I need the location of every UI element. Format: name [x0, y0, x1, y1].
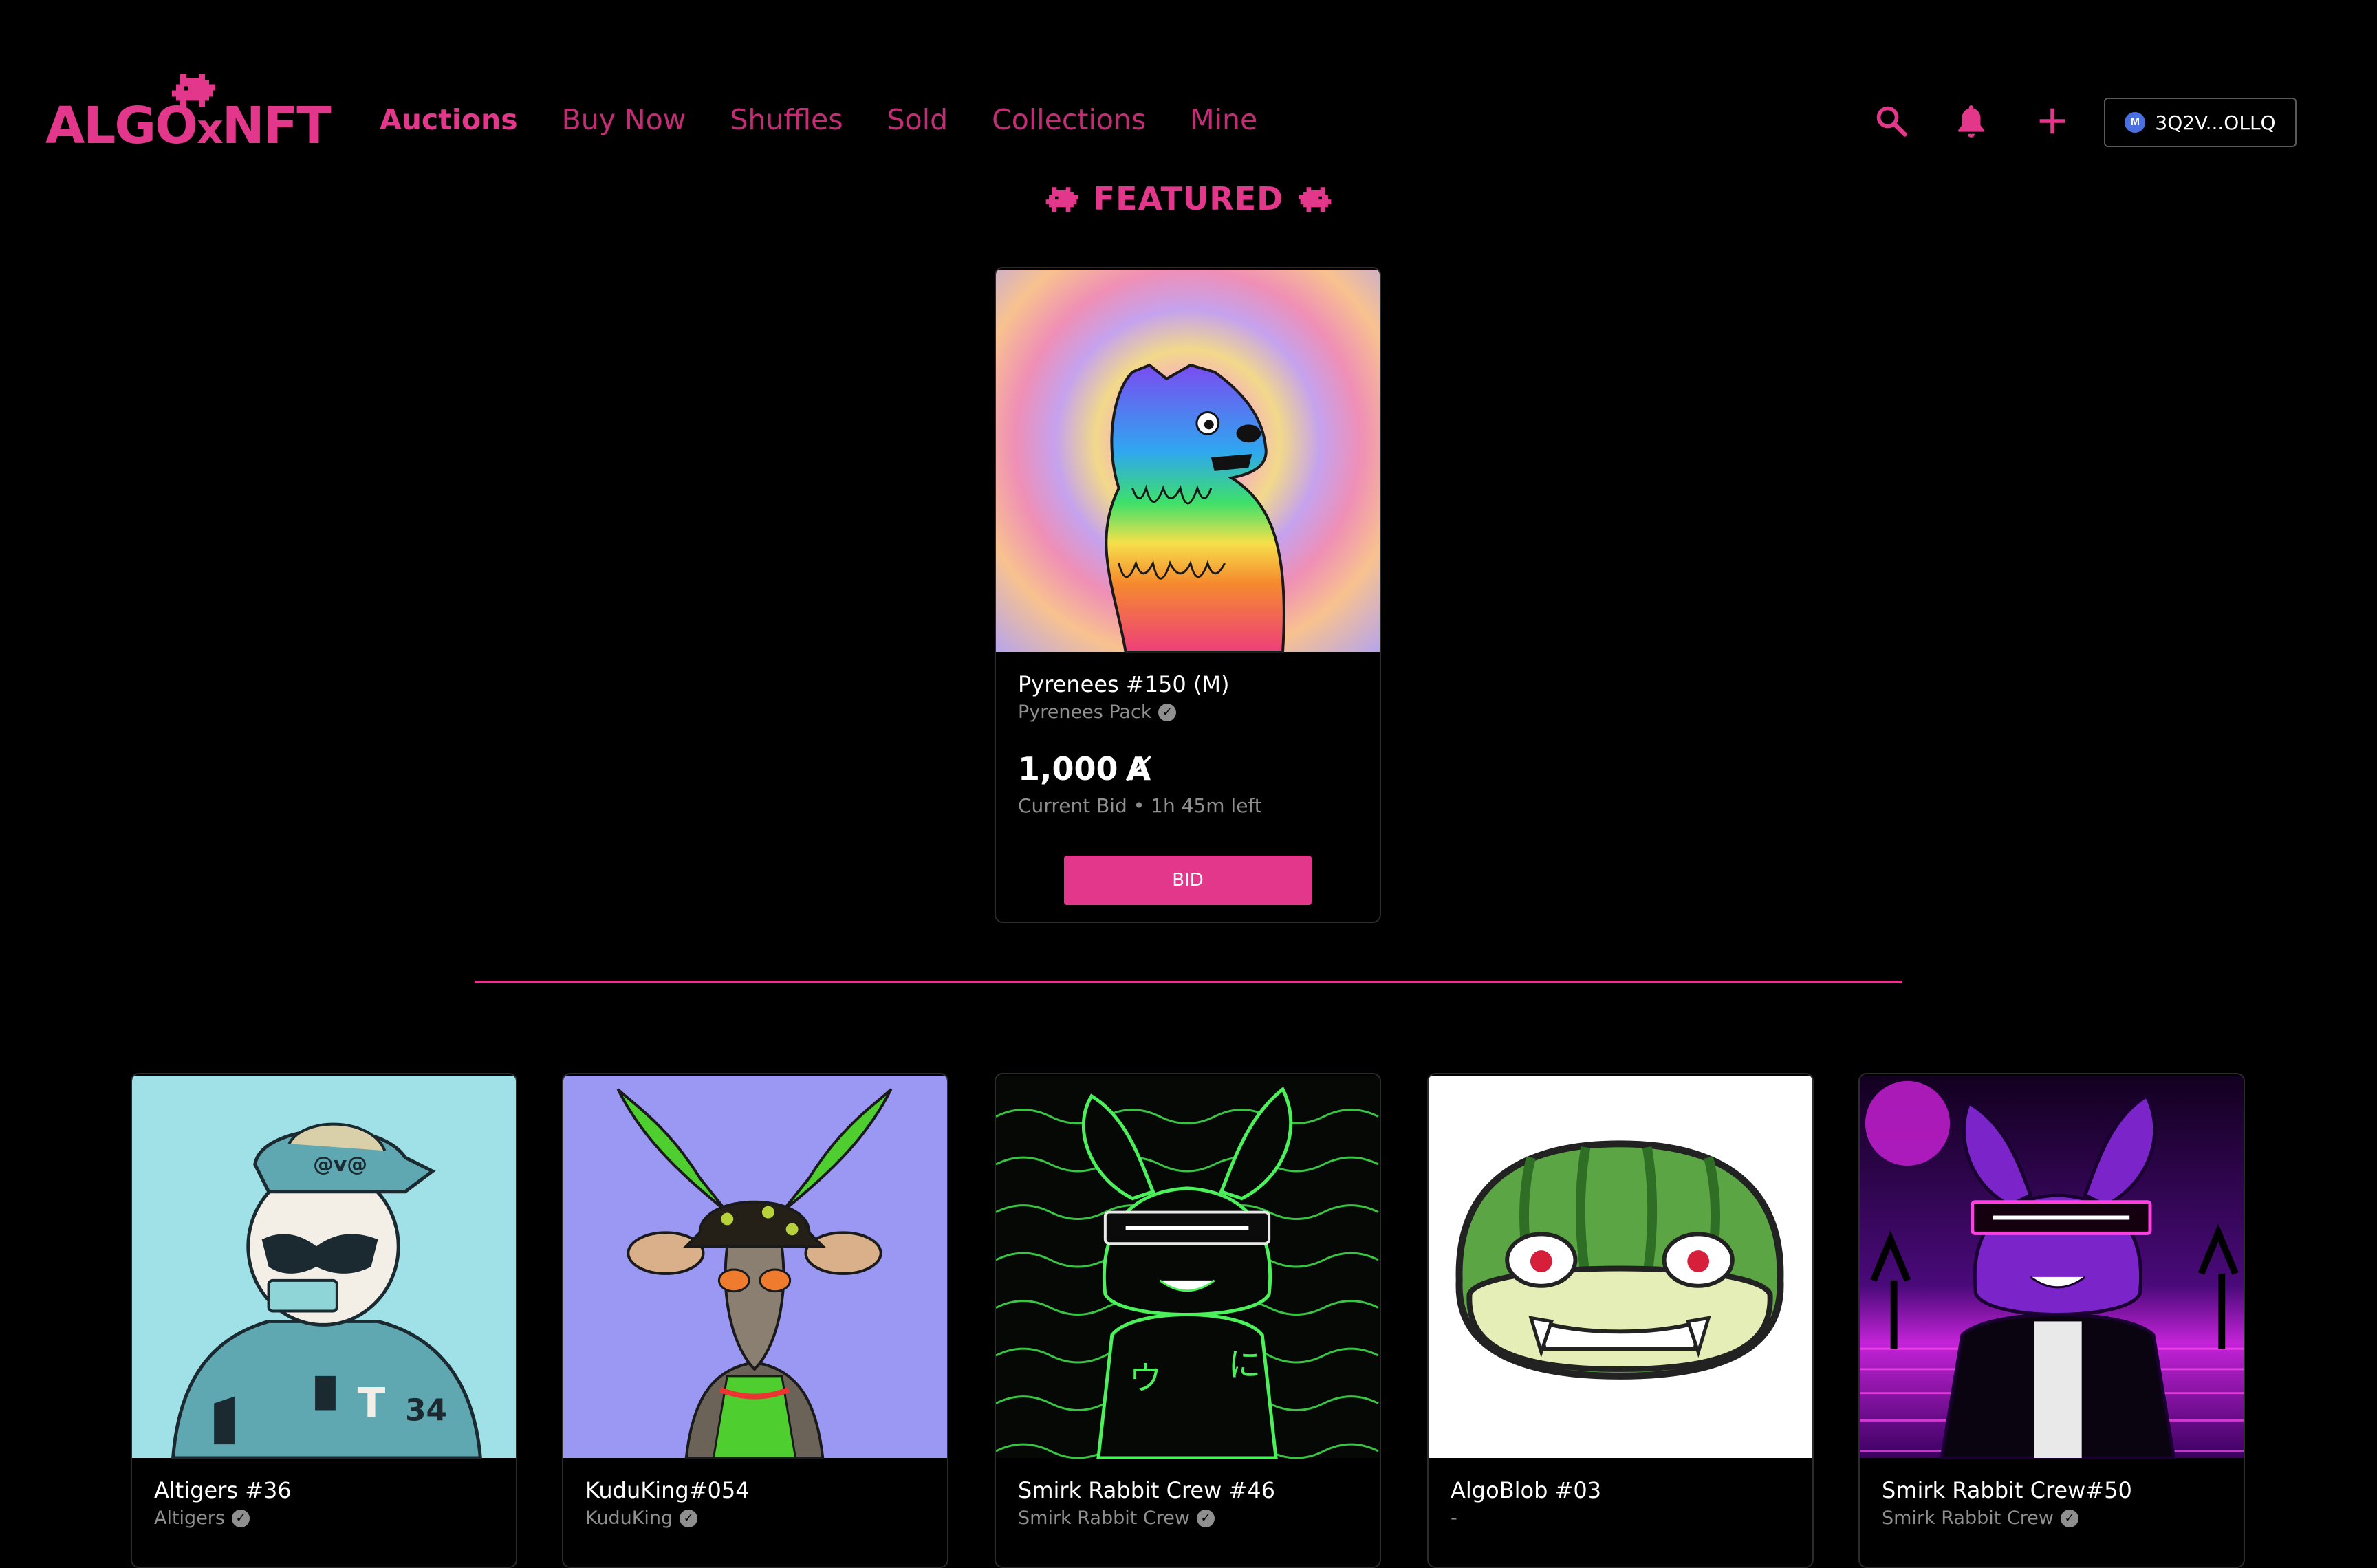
bid-button[interactable]: BID — [1064, 856, 1312, 906]
collection-name: Smirk Rabbit Crew — [1882, 1507, 2054, 1529]
wallet-address: 3Q2V...OLLQ — [2155, 111, 2276, 134]
price-value: 1,000 — [1018, 750, 1118, 788]
featured-card-body: Pyrenees #150 (M) Pyrenees Pack ✓ 1,000 … — [996, 653, 1380, 922]
card-body: Smirk Rabbit Crew#50 Smirk Rabbit Crew ✓ — [1860, 1459, 2244, 1547]
collection-name: KuduKing — [585, 1507, 673, 1529]
card-body: AlgoBlob #03 - — [1429, 1459, 1812, 1547]
nft-card[interactable]: T 34 @v@ Altigers #36 Altigers ✓ — [131, 1073, 517, 1568]
featured-card[interactable]: Pyrenees #150 (M) Pyrenees Pack ✓ 1,000 … — [995, 267, 1381, 923]
wallet-icon: M — [2125, 112, 2146, 133]
card-title: Smirk Rabbit Crew#50 — [1882, 1477, 2132, 1503]
card-title: Smirk Rabbit Crew #46 — [1018, 1477, 1275, 1503]
bid-meta: Current Bid • 1h 45m left — [1018, 794, 1262, 818]
nft-image-kuduking[interactable] — [563, 1074, 947, 1459]
card-collection[interactable]: KuduKing ✓ — [585, 1507, 925, 1529]
svg-text:34: 34 — [405, 1393, 447, 1428]
card-collection[interactable]: Smirk Rabbit Crew ✓ — [1018, 1507, 1358, 1529]
verified-icon: ✓ — [1158, 703, 1177, 721]
search-icon[interactable] — [1871, 100, 1912, 142]
section-divider — [475, 981, 1902, 983]
wallet-button[interactable]: M 3Q2V...OLLQ — [2104, 98, 2297, 147]
nav-mine[interactable]: Mine — [1190, 103, 1257, 136]
nft-image-algoblob[interactable] — [1429, 1074, 1812, 1459]
svg-text:T: T — [358, 1380, 386, 1427]
collection-name: - — [1451, 1507, 1457, 1529]
plus-icon[interactable] — [2032, 100, 2073, 142]
card-title: Pyrenees #150 (M) — [1018, 671, 1230, 697]
svg-text:@v@: @v@ — [313, 1153, 367, 1177]
card-collection[interactable]: Altigers ✓ — [154, 1507, 494, 1529]
pig-icon — [1299, 187, 1332, 212]
verified-icon: ✓ — [1196, 1509, 1215, 1527]
verified-icon: ✓ — [2060, 1509, 2078, 1527]
nav-collections[interactable]: Collections — [992, 103, 1146, 136]
pig-icon — [1045, 187, 1078, 212]
main-nav: Auctions Buy Now Shuffles Sold Collectio… — [380, 103, 1257, 136]
nft-image-altigers[interactable]: T 34 @v@ — [132, 1074, 516, 1459]
card-title: KuduKing#054 — [585, 1477, 750, 1503]
svg-text:ウ: ウ — [1129, 1360, 1162, 1398]
nft-card[interactable]: ウ に Smirk Rabbit Crew #46 Smirk Rabbit C… — [995, 1073, 1381, 1568]
logo-text-nft: NFT — [221, 96, 332, 155]
nft-card[interactable]: KuduKing#054 KuduKing ✓ — [562, 1073, 948, 1568]
nft-image-smirk-rabbit-46[interactable]: ウ に — [996, 1074, 1380, 1459]
card-title: AlgoBlob #03 — [1451, 1477, 1602, 1503]
pig-icon — [172, 74, 215, 107]
collection-name: Pyrenees Pack — [1018, 701, 1152, 723]
logo[interactable]: ALGOxNFT — [45, 69, 332, 153]
card-body: Smirk Rabbit Crew #46 Smirk Rabbit Crew … — [996, 1459, 1380, 1547]
algo-currency-icon: Ⱥ — [1126, 750, 1151, 788]
featured-heading: FEATURED — [0, 180, 2377, 217]
card-collection: - — [1451, 1507, 1790, 1529]
card-title: Altigers #36 — [154, 1477, 292, 1503]
nav-shuffles[interactable]: Shuffles — [730, 103, 843, 136]
card-body: KuduKing#054 KuduKing ✓ — [563, 1459, 947, 1547]
logo-text-x: x — [197, 105, 224, 153]
nft-image-smirk-rabbit-50[interactable] — [1860, 1074, 2244, 1459]
featured-title: FEATURED — [1093, 180, 1284, 217]
svg-text:に: に — [1228, 1347, 1261, 1384]
nft-card[interactable]: Smirk Rabbit Crew#50 Smirk Rabbit Crew ✓ — [1858, 1073, 2245, 1568]
bell-icon[interactable] — [1951, 100, 1992, 142]
nav-auctions[interactable]: Auctions — [380, 103, 518, 136]
logo-text: ALGOxNFT — [45, 100, 332, 153]
nft-image-pyrenees[interactable] — [996, 268, 1380, 653]
card-collection[interactable]: Smirk Rabbit Crew ✓ — [1882, 1507, 2222, 1529]
current-bid-price: 1,000 Ⱥ — [1018, 750, 1358, 787]
card-body: Altigers #36 Altigers ✓ — [132, 1459, 516, 1547]
verified-icon: ✓ — [680, 1509, 698, 1527]
verified-icon: ✓ — [231, 1509, 250, 1527]
nav-buy-now[interactable]: Buy Now — [562, 103, 686, 136]
nav-sold[interactable]: Sold — [887, 103, 948, 136]
nft-card[interactable]: AlgoBlob #03 - — [1427, 1073, 1814, 1568]
collection-name: Altigers — [154, 1507, 225, 1529]
card-collection[interactable]: Pyrenees Pack ✓ — [1018, 701, 1358, 723]
collection-name: Smirk Rabbit Crew — [1018, 1507, 1190, 1529]
